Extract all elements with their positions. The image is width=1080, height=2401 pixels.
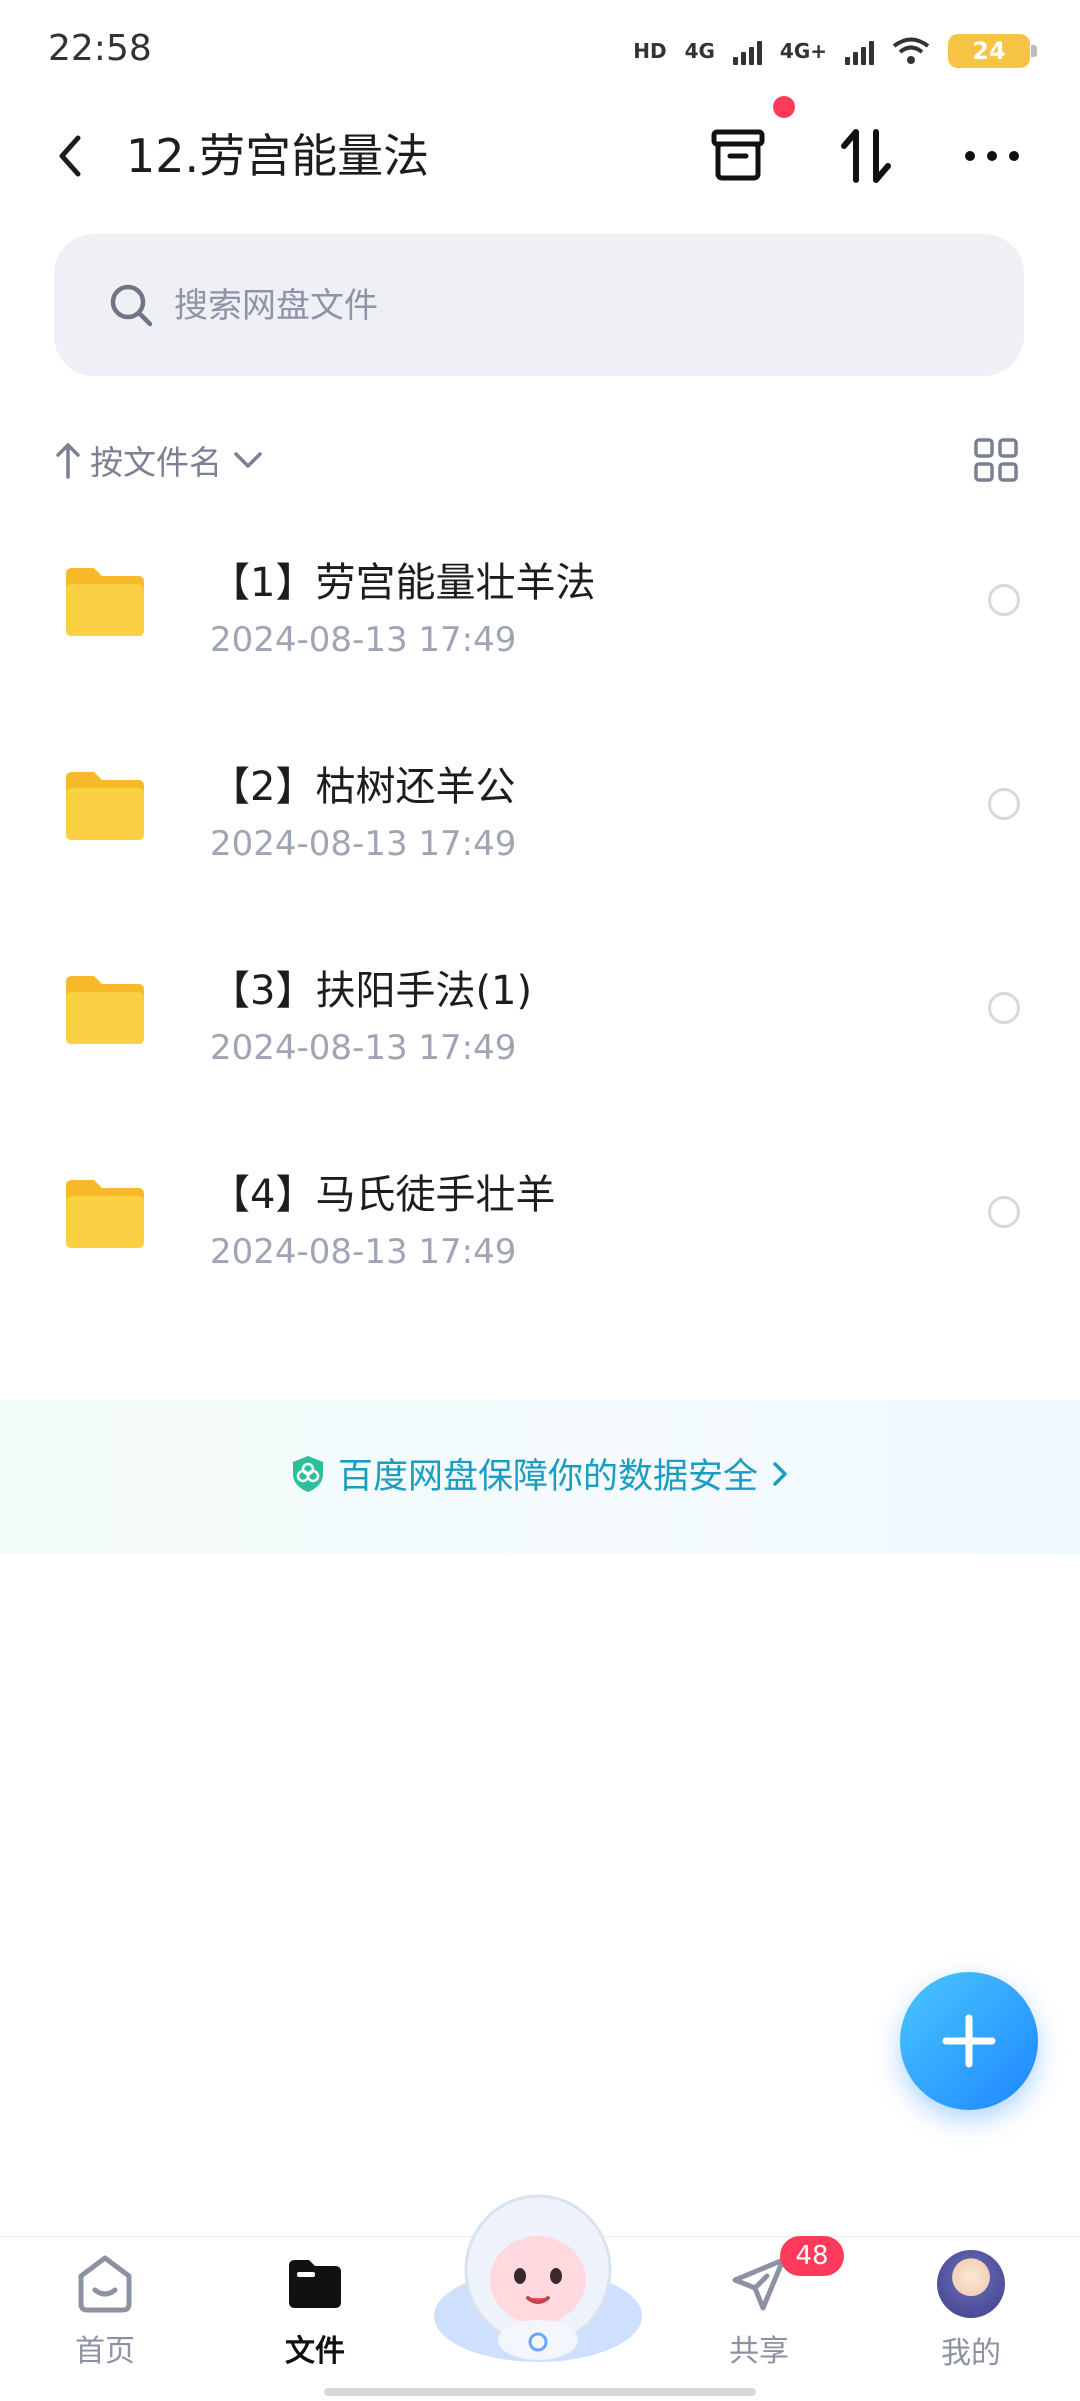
grid-view-icon xyxy=(974,438,1018,482)
avatar xyxy=(937,2250,1005,2318)
search-icon xyxy=(108,282,154,328)
hd-indicator: HD xyxy=(633,39,667,63)
share-badge: 48 xyxy=(780,2236,844,2276)
sort-selector[interactable]: 按文件名 xyxy=(56,436,264,484)
mascot-button[interactable] xyxy=(430,2176,646,2362)
notification-dot xyxy=(773,96,795,118)
file-name: 【3】扶阳手法(1) xyxy=(210,968,533,1014)
list-item[interactable]: 【3】扶阳手法(1) 2024-08-13 17:49 xyxy=(0,928,1080,1132)
file-name: 【1】劳宫能量壮羊法 xyxy=(210,560,596,606)
nav-share-label: 共享 xyxy=(729,2334,789,2369)
back-icon xyxy=(59,135,81,177)
sort-label: 按文件名 xyxy=(90,443,222,482)
file-name: 【4】马氏徒手壮羊 xyxy=(210,1172,556,1218)
recycle-bin-icon xyxy=(711,129,765,181)
page-title: 12.劳宫能量法 xyxy=(126,129,430,183)
shield-icon xyxy=(292,1455,323,1492)
network-label-1: 4G xyxy=(684,39,715,63)
sort-arrow-icon xyxy=(56,443,80,479)
nav-mine-label: 我的 xyxy=(941,2336,1001,2371)
home-indicator xyxy=(324,2388,756,2396)
folder-icon xyxy=(62,972,148,1048)
list-item[interactable]: 【1】劳宫能量壮羊法 2024-08-13 17:49 xyxy=(0,520,1080,724)
file-date: 2024-08-13 17:49 xyxy=(210,824,517,864)
nav-files-label: 文件 xyxy=(285,2334,345,2369)
more-button[interactable] xyxy=(960,124,1024,188)
nav-home[interactable]: 首页 xyxy=(30,2252,180,2370)
chevron-right-icon xyxy=(773,1461,787,1486)
select-radio[interactable] xyxy=(988,584,1020,616)
signal-icon-2 xyxy=(845,37,874,65)
home-icon xyxy=(78,2255,132,2313)
signal-icon-1 xyxy=(732,37,762,65)
mascot-icon xyxy=(434,2194,642,2362)
list-item[interactable]: 【2】枯树还羊公 2024-08-13 17:49 xyxy=(0,724,1080,928)
transfer-icon xyxy=(841,129,891,183)
nav-home-label: 首页 xyxy=(75,2334,135,2369)
network-label-2: 4G+ xyxy=(779,39,827,63)
battery-level: 24 xyxy=(972,37,1006,65)
select-radio[interactable] xyxy=(988,992,1020,1024)
search-input[interactable]: 搜索网盘文件 xyxy=(174,286,378,326)
more-icon xyxy=(965,151,1019,161)
security-banner-text: 百度网盘保障你的数据安全 xyxy=(337,1457,758,1497)
chevron-down-icon xyxy=(234,452,262,468)
grid-view-button[interactable] xyxy=(972,436,1020,484)
battery-icon: 24 xyxy=(948,34,1037,68)
select-radio[interactable] xyxy=(988,788,1020,820)
folder-icon xyxy=(62,564,148,640)
security-banner[interactable]: 百度网盘保障你的数据安全 xyxy=(0,1448,1080,1499)
files-icon xyxy=(289,2260,341,2308)
file-name: 【2】枯树还羊公 xyxy=(210,764,516,810)
add-button[interactable] xyxy=(900,1972,1038,2110)
file-date: 2024-08-13 17:49 xyxy=(210,1028,517,1068)
file-date: 2024-08-13 17:49 xyxy=(210,620,517,660)
back-button[interactable] xyxy=(50,128,90,184)
select-radio[interactable] xyxy=(988,1196,1020,1228)
nav-mine[interactable]: 我的 xyxy=(896,2250,1046,2372)
wifi-icon xyxy=(892,37,930,65)
recycle-bin-button[interactable] xyxy=(706,124,770,188)
file-date: 2024-08-13 17:49 xyxy=(210,1232,517,1272)
transfer-button[interactable] xyxy=(834,124,898,188)
list-item[interactable]: 【4】马氏徒手壮羊 2024-08-13 17:49 xyxy=(0,1132,1080,1336)
status-icons: HD 4G 4G+ 24 xyxy=(633,34,1037,68)
status-time: 22:58 xyxy=(48,28,152,69)
folder-icon xyxy=(62,1176,148,1252)
folder-icon xyxy=(62,768,148,844)
nav-files[interactable]: 文件 xyxy=(240,2252,390,2370)
plus-icon xyxy=(942,2014,996,2068)
